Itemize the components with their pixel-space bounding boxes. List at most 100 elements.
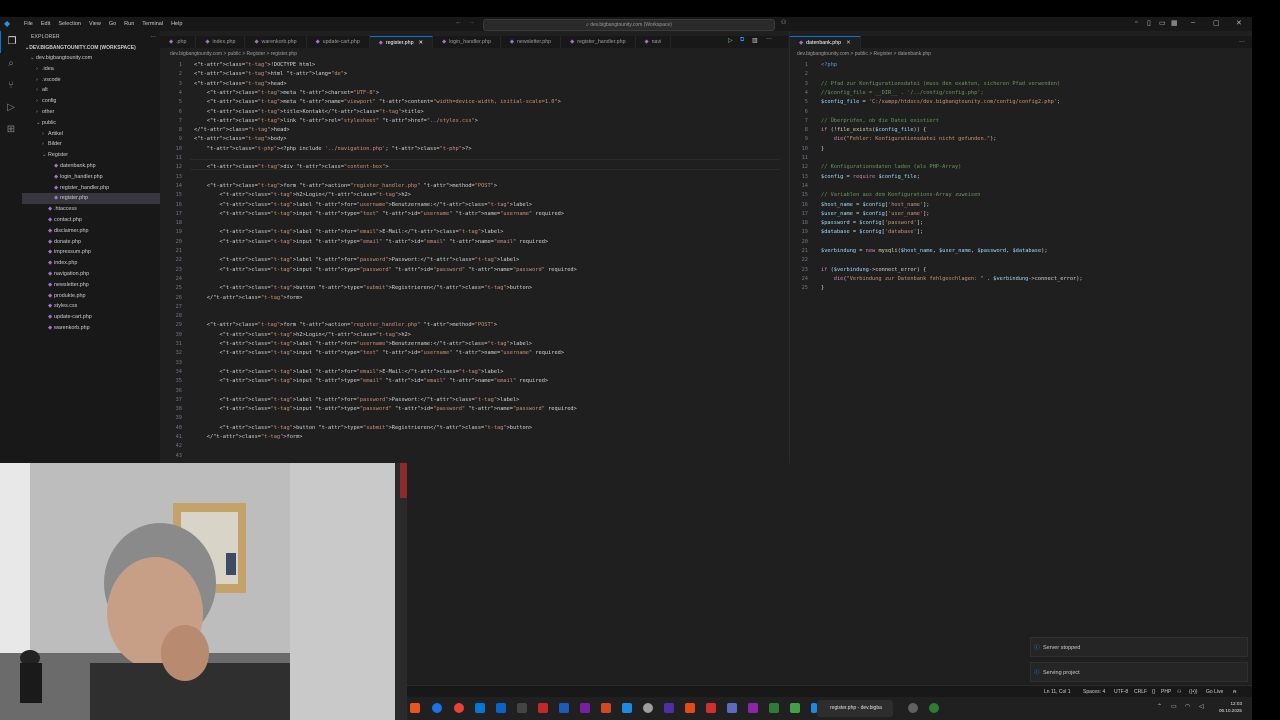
code-line[interactable]: <"t-attr">class="t-tag">input "t-attr">t… bbox=[194, 377, 549, 386]
tab-register-handler-php[interactable]: ◆ register_handler.php bbox=[561, 36, 636, 48]
tree-file[interactable]: ◆ produkte.php bbox=[22, 291, 160, 302]
tree-file[interactable]: ◆ styles.css bbox=[22, 301, 160, 312]
code-line[interactable]: $host_name = $config['host_name']; bbox=[821, 201, 929, 210]
search-icon[interactable]: ⌕ bbox=[0, 53, 22, 75]
app-outlook-icon[interactable] bbox=[496, 703, 506, 713]
code-line[interactable]: <"t-attr">class="t-tag">form "t-attr">ac… bbox=[194, 182, 497, 191]
code-line[interactable]: <"t-attr">class="t-tag">meta "t-attr">ch… bbox=[194, 89, 379, 98]
code-line[interactable]: $database = $config['database']; bbox=[821, 228, 923, 237]
code-line[interactable]: //$config_file = __DIR__ . '/../config/c… bbox=[821, 89, 984, 98]
taskbar-active-window[interactable]: register.php - dev.bigba bbox=[817, 700, 893, 717]
tab-register-php[interactable]: ◆ register.php ✕ bbox=[369, 36, 433, 49]
toggle-panel-icon[interactable]: ▭ bbox=[1159, 19, 1166, 27]
app-pdf-icon[interactable] bbox=[706, 703, 716, 713]
tree-file[interactable]: ◆ register.php bbox=[22, 193, 160, 205]
minimize-icon[interactable]: – bbox=[1191, 19, 1195, 26]
app-misc-icon[interactable] bbox=[727, 703, 737, 713]
tree-file[interactable]: ◆ navigation.php bbox=[22, 269, 160, 280]
code-line[interactable]: <"t-attr">class="t-tag">label "t-attr">f… bbox=[194, 396, 520, 405]
code-line[interactable]: <"t-attr">class="t-tag">button "t-attr">… bbox=[194, 424, 533, 433]
tray-volume-icon[interactable]: ◁ bbox=[1199, 703, 1204, 710]
menu-edit[interactable]: Edit bbox=[37, 21, 54, 27]
notification-server-stopped[interactable]: ⓘ Server stopped bbox=[1030, 637, 1248, 657]
app-settings-icon[interactable] bbox=[643, 703, 653, 713]
more-actions-icon[interactable]: ··· bbox=[150, 31, 156, 43]
tree-folder[interactable]: › other bbox=[22, 107, 160, 118]
tree-file[interactable]: ◆ disclaimer.php bbox=[22, 226, 160, 237]
tab-warenkorb-php[interactable]: ◆ warenkorb.php bbox=[245, 36, 307, 48]
tree-folder[interactable]: › .idea bbox=[22, 64, 160, 75]
code-line[interactable]: <"t-attr">class="t-tag">label "t-attr">f… bbox=[194, 340, 533, 349]
tab-navi[interactable]: ◆ navi bbox=[636, 36, 672, 48]
code-line[interactable]: // Überprüfen, ob die Datei existiert bbox=[821, 117, 939, 126]
code-line[interactable]: <"t-attr">class="t-tag">input "t-attr">t… bbox=[194, 266, 577, 275]
code-line[interactable]: $password = $config['password']; bbox=[821, 219, 923, 228]
tab-datenbank[interactable]: ◆ datenbank.php ✕ bbox=[790, 36, 861, 49]
run-icon[interactable]: ▷ bbox=[728, 37, 733, 44]
debug-icon[interactable]: ⧉ bbox=[740, 37, 744, 44]
app-github-icon[interactable] bbox=[908, 703, 918, 713]
menu-view[interactable]: View bbox=[85, 21, 105, 27]
extensions-icon[interactable]: ⊞ bbox=[0, 119, 22, 141]
more-actions-icon[interactable]: ··· bbox=[766, 36, 772, 42]
code-line[interactable]: $verbindung = new mysqli($host_name, $us… bbox=[821, 247, 1048, 256]
source-control-icon[interactable]: ⑂ bbox=[0, 75, 22, 97]
close-tab-icon[interactable]: ✕ bbox=[846, 40, 850, 46]
app-browser-icon[interactable] bbox=[454, 703, 464, 713]
app-word-icon[interactable] bbox=[559, 703, 569, 713]
code-line[interactable]: </"t-attr">class="t-tag">form> bbox=[194, 433, 303, 442]
layout-panel-icon[interactable]: ▫ bbox=[1135, 19, 1137, 26]
tab-update-cart-php[interactable]: ◆ update-cart.php bbox=[307, 36, 370, 48]
code-line[interactable]: <?php bbox=[821, 61, 837, 70]
tab-newsletter-php[interactable]: ◆ newsletter.php bbox=[501, 36, 562, 48]
code-line[interactable]: <"t-attr">class="t-tag">head> bbox=[194, 80, 287, 89]
code-line[interactable]: // Pfad zur Konfigurationsdatei (muss de… bbox=[821, 80, 1060, 89]
breadcrumb[interactable]: dev.bigbangtounity.com > public > Regist… bbox=[797, 50, 931, 59]
tree-folder[interactable]: ⌄Register bbox=[22, 150, 160, 161]
more-actions-icon[interactable]: ··· bbox=[1239, 36, 1245, 48]
code-line[interactable]: "t-attr">class="t-php"><?php include '..… bbox=[194, 145, 472, 154]
tree-file[interactable]: ◆ update-cart.php bbox=[22, 312, 160, 323]
code-line[interactable]: </"t-attr">class="t-tag">head> bbox=[194, 126, 290, 135]
code-line[interactable]: } bbox=[821, 145, 824, 154]
code-line[interactable]: if (!file_exists($config_file)) { bbox=[821, 126, 926, 135]
tab-login-handler-php[interactable]: ◆ login_handler.php bbox=[433, 36, 501, 48]
tree-file[interactable]: ◆ login_handler.php bbox=[22, 172, 160, 183]
breadcrumb[interactable]: dev.bigbangtounity.com > public > Regist… bbox=[170, 50, 297, 59]
code-line[interactable]: <"t-attr">class="t-tag">input "t-attr">t… bbox=[194, 349, 565, 358]
code-line[interactable]: die("Fehler: Konfigurationsdatei nicht g… bbox=[821, 135, 997, 144]
split-editor-icon[interactable]: ▥ bbox=[752, 37, 758, 44]
code-line[interactable]: // Variablen aus dem Konfigurations-Arra… bbox=[821, 191, 980, 200]
app-onenote-icon[interactable] bbox=[580, 703, 590, 713]
code-line[interactable]: <"t-attr">class="t-tag">input "t-attr">t… bbox=[194, 210, 565, 219]
code-line[interactable]: if ($verbindung->connect_error) { bbox=[821, 266, 926, 275]
tree-folder[interactable]: › Artikel bbox=[22, 129, 160, 140]
code-line[interactable]: // Konfigurationsdaten laden (als PHP-Ar… bbox=[821, 163, 961, 172]
copilot-icon[interactable]: ⚇ bbox=[781, 19, 786, 26]
tree-file[interactable]: ◆ register_handler.php bbox=[22, 183, 160, 194]
code-line[interactable]: <"t-attr">class="t-tag">meta "t-attr">na… bbox=[194, 98, 561, 107]
close-tab-icon[interactable]: ✕ bbox=[419, 40, 423, 46]
tray-chevron-icon[interactable]: ⌃ bbox=[1157, 703, 1162, 710]
menu-file[interactable]: File bbox=[20, 21, 37, 27]
code-line[interactable]: <"t-attr">class="t-tag">title>Kontakt</"… bbox=[194, 108, 424, 117]
code-area-left[interactable]: 1 <"t-attr">class="t-tag">!DOCTYPE html> 2… bbox=[160, 61, 788, 461]
tree-file[interactable]: ◆ .htaccess bbox=[22, 204, 160, 215]
menu-help[interactable]: Help bbox=[167, 21, 186, 27]
app-excel-icon[interactable] bbox=[769, 703, 779, 713]
menu-run[interactable]: Run bbox=[120, 21, 138, 27]
code-line[interactable]: die("Verbindung zur Datenbank fehlgeschl… bbox=[821, 275, 1083, 284]
tree-file[interactable]: ◆ contact.php bbox=[22, 215, 160, 226]
code-line[interactable]: <"t-attr">class="t-tag">label "t-attr">f… bbox=[194, 256, 520, 265]
back-arrow-icon[interactable]: ← bbox=[455, 19, 462, 26]
app-chrome-icon[interactable] bbox=[432, 703, 442, 713]
code-line[interactable]: <"t-attr">class="t-tag">html "t-attr">la… bbox=[194, 70, 347, 79]
toggle-sidebar-icon[interactable]: ▯ bbox=[1147, 19, 1151, 27]
code-line[interactable]: } bbox=[821, 284, 824, 293]
code-line[interactable]: </"t-attr">class="t-tag">form> bbox=[194, 294, 303, 303]
app-access-icon[interactable] bbox=[538, 703, 548, 713]
tree-file[interactable]: ◆ donate.php bbox=[22, 237, 160, 248]
menu-terminal[interactable]: Terminal bbox=[138, 21, 167, 27]
tree-folder[interactable]: › config bbox=[22, 96, 160, 107]
tree-file[interactable]: ◆ index.php bbox=[22, 258, 160, 269]
